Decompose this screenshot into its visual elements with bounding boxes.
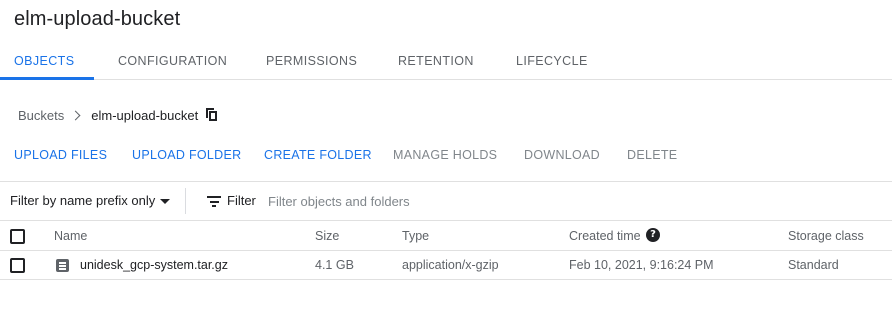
- file-icon: [56, 259, 69, 272]
- column-header-name[interactable]: Name: [54, 221, 87, 251]
- upload-folder-button[interactable]: UPLOAD FOLDER: [132, 145, 241, 165]
- filter-mode-select[interactable]: Filter by name prefix only: [10, 182, 155, 220]
- create-folder-button[interactable]: CREATE FOLDER: [264, 145, 372, 165]
- tab-retention[interactable]: RETENTION: [398, 42, 474, 80]
- divider: [185, 188, 186, 214]
- row-checkbox[interactable]: [10, 258, 25, 273]
- column-header-created[interactable]: Created time: [569, 221, 641, 251]
- upload-files-button[interactable]: UPLOAD FILES: [14, 145, 107, 165]
- filter-icon[interactable]: [207, 196, 221, 207]
- column-header-type[interactable]: Type: [402, 221, 429, 251]
- object-name-link[interactable]: unidesk_gcp-system.tar.gz: [80, 251, 228, 280]
- breadcrumb-current: elm-upload-bucket: [91, 107, 199, 123]
- column-header-size[interactable]: Size: [315, 221, 339, 251]
- active-tab-indicator: [0, 77, 94, 80]
- object-created-time: Feb 10, 2021, 9:16:24 PM: [569, 258, 714, 272]
- page-title: elm-upload-bucket: [14, 8, 181, 30]
- filter-bar: Filter by name prefix only Filter: [0, 181, 892, 221]
- breadcrumb-buckets-link[interactable]: Buckets: [18, 108, 64, 123]
- filter-button-label[interactable]: Filter: [227, 182, 256, 220]
- column-header-storage-class[interactable]: Storage class: [788, 221, 864, 251]
- object-storage-class: Standard: [788, 258, 839, 272]
- tab-lifecycle[interactable]: LIFECYCLE: [516, 42, 588, 80]
- tab-configuration[interactable]: CONFIGURATION: [118, 42, 227, 80]
- object-type: application/x-gzip: [402, 258, 499, 272]
- manage-holds-button[interactable]: MANAGE HOLDS: [393, 145, 497, 165]
- delete-button[interactable]: DELETE: [627, 145, 677, 165]
- objects-table: Name Size Type Created time ? Storage cl…: [0, 221, 892, 280]
- tab-permissions[interactable]: PERMISSIONS: [266, 42, 357, 80]
- download-button[interactable]: DOWNLOAD: [524, 145, 600, 165]
- select-all-checkbox[interactable]: [10, 229, 25, 244]
- table-row: unidesk_gcp-system.tar.gz 4.1 GB applica…: [0, 251, 892, 280]
- table-header-row: Name Size Type Created time ? Storage cl…: [0, 221, 892, 251]
- tab-bar: OBJECTS CONFIGURATION PERMISSIONS RETENT…: [0, 42, 892, 80]
- filter-input[interactable]: [268, 189, 868, 213]
- breadcrumb: Buckets elm-upload-bucket: [18, 106, 218, 124]
- dropdown-arrow-icon[interactable]: [160, 199, 170, 204]
- chevron-right-icon: [70, 110, 81, 120]
- object-size: 4.1 GB: [315, 258, 354, 272]
- help-icon[interactable]: ?: [646, 228, 660, 242]
- tab-objects[interactable]: OBJECTS: [14, 42, 74, 80]
- action-bar: UPLOAD FILES UPLOAD FOLDER CREATE FOLDER…: [0, 145, 892, 165]
- copy-icon[interactable]: [206, 108, 218, 122]
